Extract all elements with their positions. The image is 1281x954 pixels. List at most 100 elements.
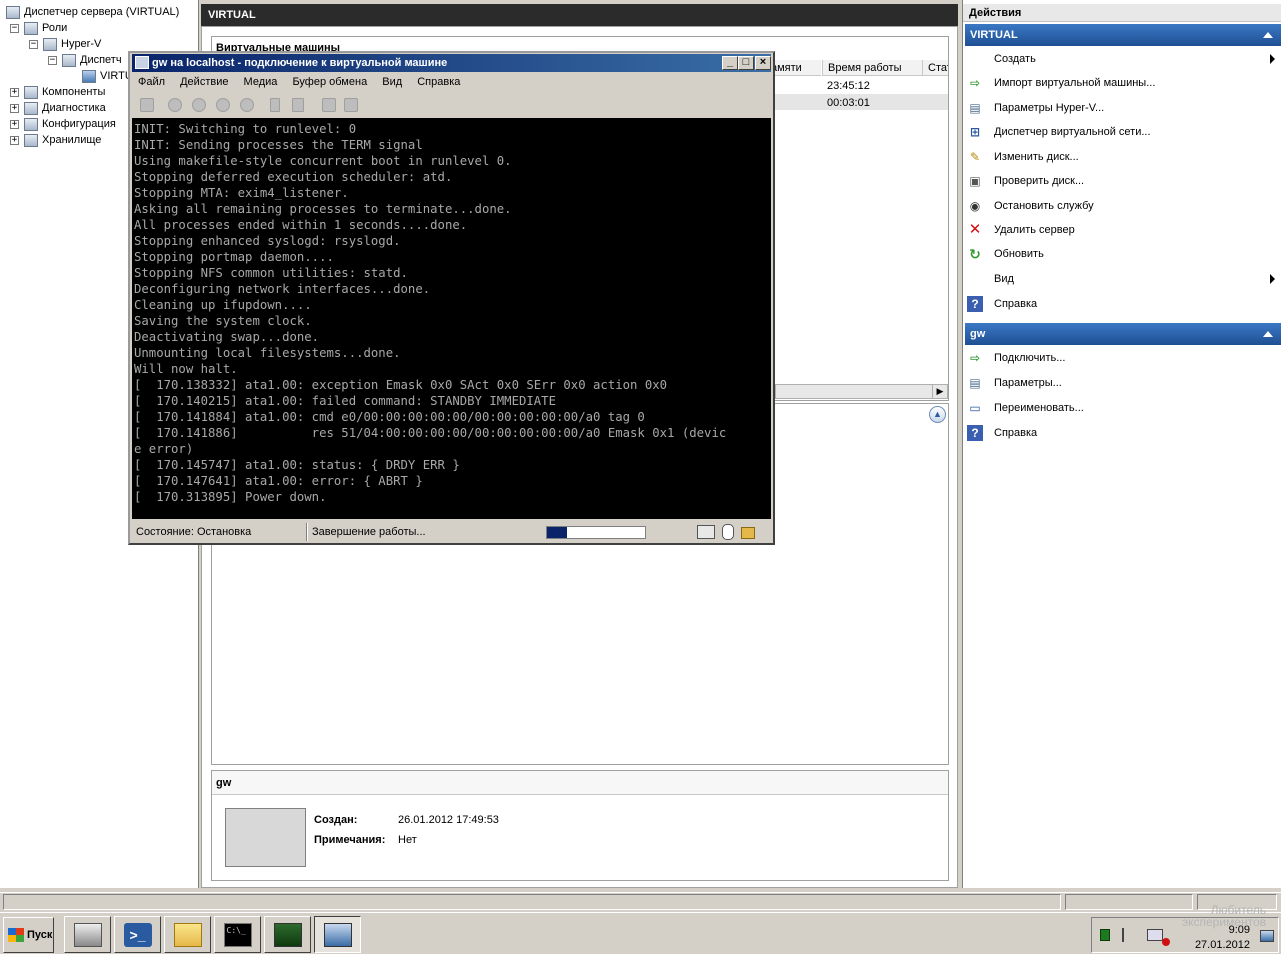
action-label: Проверить диск... — [994, 175, 1085, 187]
tree-item-label: Диспетчер сервера (VIRTUAL) — [24, 6, 180, 18]
action-refresh[interactable]: ↻ Обновить — [967, 244, 1277, 264]
collapse-icon[interactable]: − — [48, 55, 57, 65]
action-center-flag-icon[interactable] — [1122, 928, 1136, 942]
snapshot-icon[interactable] — [322, 98, 336, 112]
collapse-icon[interactable] — [1263, 32, 1273, 38]
collapse-icon[interactable]: − — [10, 23, 19, 33]
diagnostics-icon — [24, 101, 38, 115]
tray-app-icon[interactable] — [1100, 929, 1110, 941]
shutdown-icon[interactable] — [216, 98, 230, 112]
minimize-button[interactable]: _ — [722, 56, 738, 70]
folder-icon — [173, 922, 202, 947]
action-help[interactable]: ? Справка — [967, 294, 1277, 314]
vm-row-uptime[interactable]: 00:03:01 — [822, 95, 870, 111]
taskbar-explorer[interactable] — [164, 916, 211, 953]
menu-file[interactable]: Файл — [138, 76, 165, 88]
action-virtual-network-manager[interactable]: ⊞ Диспетчер виртуальной сети... — [967, 122, 1277, 142]
expand-icon[interactable]: + — [10, 87, 19, 97]
taskbar-powershell[interactable]: >_ — [114, 916, 161, 953]
menu-action[interactable]: Действие — [180, 76, 228, 88]
close-button[interactable]: × — [755, 56, 771, 70]
start-label: Пуск — [27, 929, 53, 941]
action-label: Переименовать... — [994, 402, 1084, 414]
rename-icon: ▭ — [969, 401, 981, 415]
taskbar-command-prompt[interactable]: C:\_ — [214, 916, 261, 953]
taskbar-vm-connection[interactable] — [314, 916, 361, 953]
tree-item-features[interactable]: + Компоненты — [10, 84, 105, 100]
action-vm-settings[interactable]: ▤ Параметры... — [967, 373, 1277, 393]
menu-clipboard[interactable]: Буфер обмена — [292, 76, 367, 88]
tree-item-hyper-v-manager[interactable]: − Диспетч — [48, 52, 122, 68]
action-label: Создать — [994, 53, 1036, 65]
configuration-icon — [24, 117, 38, 131]
vm-connection-window[interactable]: gw на localhost - подключение к виртуаль… — [128, 51, 775, 545]
action-label: Импорт виртуальной машины... — [994, 77, 1156, 89]
tree-item-roles[interactable]: − Роли — [10, 20, 67, 36]
action-remove-server[interactable]: ✕ Удалить сервер — [967, 220, 1277, 240]
clock-date[interactable]: 27.01.2012 — [1195, 939, 1250, 951]
server-icon — [82, 69, 96, 83]
collapse-icon[interactable]: − — [29, 39, 38, 49]
tree-item-diagnostics[interactable]: + Диагностика — [10, 100, 106, 116]
action-connect[interactable]: ⇨ Подключить... — [967, 348, 1277, 368]
turn-off-icon[interactable] — [192, 98, 206, 112]
tree-item-storage[interactable]: + Хранилище — [10, 132, 101, 148]
lock-icon — [741, 527, 755, 539]
menu-help[interactable]: Справка — [417, 76, 460, 88]
tree-item-virtual-server[interactable]: VIRTU — [82, 68, 133, 84]
action-create[interactable]: Создать — [967, 49, 1277, 69]
action-view[interactable]: Вид — [967, 269, 1277, 289]
action-inspect-disk[interactable]: ▣ Проверить диск... — [967, 171, 1277, 191]
show-desktop-icon[interactable] — [1260, 930, 1274, 942]
action-import-vm[interactable]: ⇨ Импорт виртуальной машины... — [967, 73, 1277, 93]
actions-section-virtual[interactable]: VIRTUAL — [965, 24, 1281, 46]
menu-view[interactable]: Вид — [382, 76, 402, 88]
actions-section-gw[interactable]: gw — [965, 323, 1281, 345]
maximize-button[interactable]: □ — [738, 56, 754, 70]
vm-row-uptime[interactable]: 23:45:12 — [822, 78, 870, 94]
network-tray-icon[interactable] — [1147, 929, 1163, 941]
collapse-section-icon[interactable]: ▲ — [929, 406, 946, 423]
action-label: Изменить диск... — [994, 151, 1079, 163]
pause-icon[interactable] — [270, 98, 280, 112]
resume-icon[interactable] — [292, 98, 304, 112]
vm-connect-icon — [323, 922, 352, 947]
action-hyperv-settings[interactable]: ▤ Параметры Hyper-V... — [967, 98, 1277, 118]
help-icon: ? — [967, 296, 983, 312]
taskbar-hyper-v-manager[interactable] — [264, 916, 311, 953]
action-vm-help[interactable]: ? Справка — [967, 423, 1277, 443]
tree-item-configuration[interactable]: + Конфигурация — [10, 116, 116, 132]
tree-item-hyper-v[interactable]: − Hyper-V — [29, 36, 101, 52]
column-status[interactable]: Стат — [922, 60, 948, 76]
start-button[interactable]: Пуск — [3, 917, 54, 953]
vm-state-text: Состояние: Остановка — [136, 526, 252, 538]
status-divider — [306, 523, 308, 541]
vm-window-titlebar[interactable]: gw на localhost - подключение к виртуаль… — [132, 54, 771, 72]
expand-icon[interactable]: + — [10, 103, 19, 113]
expand-icon[interactable]: + — [10, 119, 19, 129]
collapse-icon[interactable] — [1263, 331, 1273, 337]
revert-icon[interactable] — [344, 98, 358, 112]
start-icon[interactable] — [168, 98, 182, 112]
vm-toolbar — [132, 93, 771, 117]
column-uptime[interactable]: Время работы — [822, 60, 922, 76]
tree-item-server-manager[interactable]: Диспетчер сервера (VIRTUAL) — [6, 4, 179, 20]
action-rename[interactable]: ▭ Переименовать... — [967, 398, 1277, 418]
submenu-arrow-icon — [1270, 274, 1275, 284]
console-output: INIT: Switching to runlevel: 0 INIT: Sen… — [134, 122, 727, 504]
vm-console-screen[interactable]: INIT: Switching to runlevel: 0 INIT: Sen… — [132, 118, 771, 519]
save-state-icon[interactable] — [240, 98, 254, 112]
tree-item-label: Диагностика — [42, 102, 106, 114]
action-stop-service[interactable]: ◉ Остановить службу — [967, 196, 1277, 216]
vm-connect-icon — [135, 56, 149, 69]
scroll-right-icon[interactable]: ▶ — [932, 385, 947, 398]
horizontal-scrollbar[interactable]: ▶ — [775, 384, 948, 399]
ctrl-alt-del-icon[interactable] — [140, 98, 154, 112]
action-edit-disk[interactable]: ✎ Изменить диск... — [967, 147, 1277, 167]
menu-media[interactable]: Медиа — [244, 76, 278, 88]
created-label: Создан: — [314, 814, 358, 826]
center-header: VIRTUAL — [201, 4, 958, 26]
tree-item-label: Роли — [42, 22, 68, 34]
expand-icon[interactable]: + — [10, 135, 19, 145]
taskbar-server-manager[interactable] — [64, 916, 111, 953]
